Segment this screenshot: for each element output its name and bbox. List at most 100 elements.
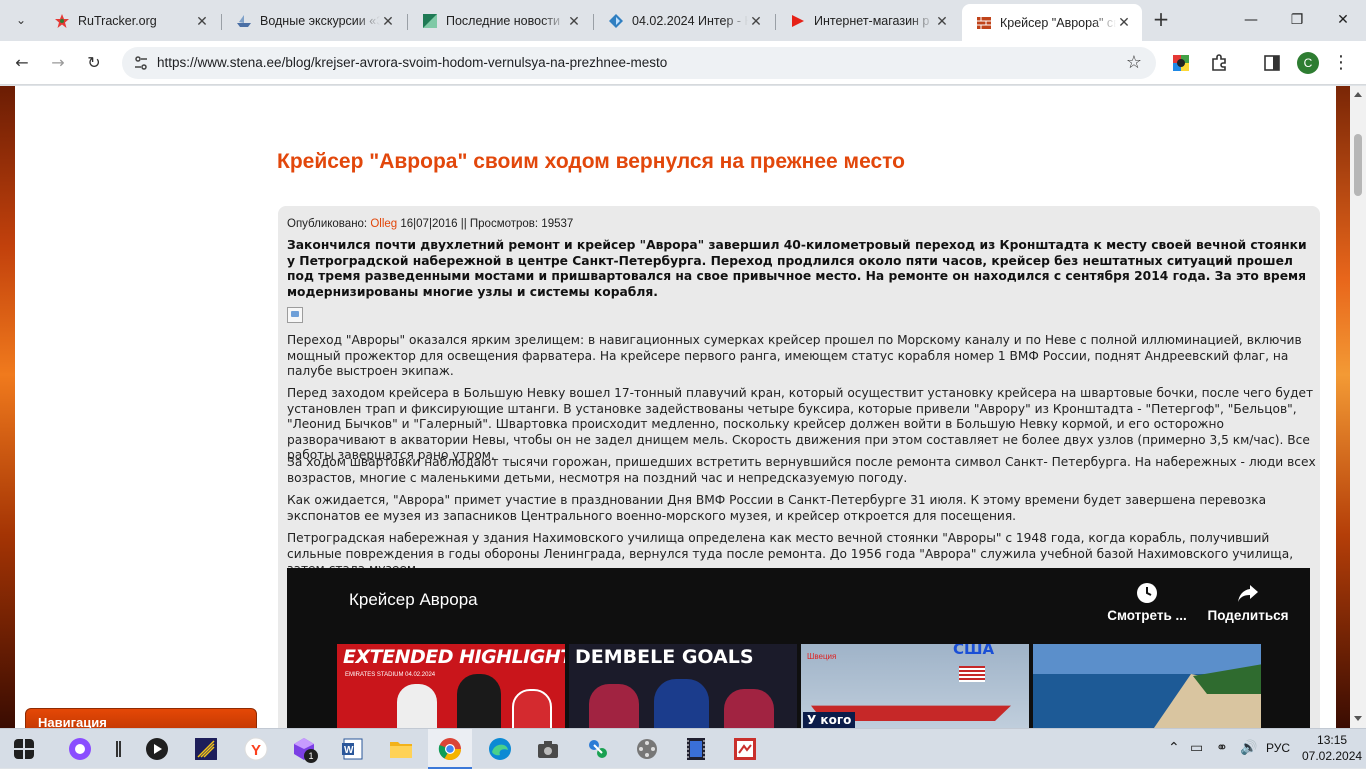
extension-colorful-icon[interactable] bbox=[1172, 54, 1190, 72]
share-button[interactable]: Поделиться bbox=[1205, 582, 1291, 623]
rutracker-favicon-icon bbox=[55, 14, 69, 28]
article-lead: Закончился почти двухлетний ремонт и кре… bbox=[287, 238, 1307, 299]
clock-icon bbox=[1137, 583, 1157, 603]
thumbnail-subtext: Швеция bbox=[807, 652, 837, 661]
close-icon[interactable]: ✕ bbox=[566, 13, 582, 30]
tab-news[interactable]: Последние новости ✕ bbox=[408, 7, 592, 35]
tab-aurora-active[interactable]: Крейсер "Аврора" св ✕ bbox=[962, 4, 1142, 41]
yandex-browser-icon[interactable]: Y bbox=[244, 737, 268, 761]
reload-button[interactable]: ↻ bbox=[81, 50, 107, 76]
tab-strip: ⌄ RuTracker.org ✕ Водные экскурсии «Э ✕ … bbox=[0, 0, 1366, 41]
close-icon[interactable]: ✕ bbox=[748, 13, 764, 30]
forward-button[interactable]: → bbox=[45, 50, 71, 76]
author-link[interactable]: Olleg bbox=[370, 218, 397, 230]
menu-kebab-icon[interactable]: ⋮ bbox=[1328, 50, 1354, 76]
video-thumbnail-coast[interactable] bbox=[1033, 644, 1261, 728]
pause-bars-icon[interactable] bbox=[116, 741, 121, 757]
tab-excursions[interactable]: Водные экскурсии «Э ✕ bbox=[222, 7, 406, 35]
sidebar-navigation-title: Навигация bbox=[38, 715, 107, 728]
restore-button[interactable]: ❐ bbox=[1274, 8, 1320, 32]
input-language[interactable]: РУС bbox=[1266, 741, 1290, 755]
tab-label: RuTracker.org bbox=[78, 14, 157, 28]
site-info-icon[interactable] bbox=[132, 54, 150, 72]
side-panel-icon[interactable] bbox=[1263, 54, 1281, 72]
tab-inter[interactable]: 04.02.2024 Интер - К ✕ bbox=[594, 7, 774, 35]
camera-app-icon[interactable] bbox=[536, 737, 560, 761]
scrollbar-thumb[interactable] bbox=[1354, 134, 1362, 196]
page-background-right bbox=[1336, 86, 1350, 728]
new-tab-button[interactable]: + bbox=[1150, 9, 1172, 31]
video-editor-icon[interactable] bbox=[684, 737, 708, 761]
thumbnail-text: США bbox=[953, 644, 995, 658]
url-text[interactable]: https://www.stena.ee/blog/krejser-avrora… bbox=[157, 47, 667, 79]
address-bar[interactable]: https://www.stena.ee/blog/krejser-avrora… bbox=[122, 47, 1156, 79]
file-explorer-icon[interactable] bbox=[389, 737, 413, 761]
watch-later-label: Смотреть ... bbox=[1107, 608, 1187, 623]
boat-favicon-icon bbox=[237, 15, 251, 27]
battery-icon[interactable]: ▭ bbox=[1190, 740, 1203, 756]
browser-toolbar: ← → ↻ https://www.stena.ee/blog/krejser-… bbox=[0, 41, 1366, 85]
window-close-button[interactable]: ✕ bbox=[1320, 8, 1366, 32]
video-thumbnail-dembele[interactable]: DEMBELE GOALS bbox=[569, 644, 797, 728]
minimize-button[interactable]: — bbox=[1228, 8, 1274, 32]
clock-date: 07.02.2024 bbox=[1302, 749, 1363, 763]
svg-text:Y: Y bbox=[251, 742, 261, 759]
tab-search-button[interactable]: ⌄ bbox=[8, 8, 34, 32]
close-icon[interactable]: ✕ bbox=[194, 13, 210, 30]
close-icon[interactable]: ✕ bbox=[1116, 14, 1132, 31]
film-reel-icon[interactable] bbox=[635, 737, 659, 761]
scroll-up-icon[interactable] bbox=[1354, 92, 1362, 97]
broken-image-icon bbox=[287, 307, 303, 323]
edge-icon[interactable] bbox=[488, 737, 512, 761]
article-paragraph: Перед заходом крейсера в Большую Невку в… bbox=[287, 386, 1314, 463]
page-background-left bbox=[0, 86, 15, 728]
tab-shop[interactable]: Интернет-магазин р ✕ bbox=[776, 7, 960, 35]
tab-rutracker[interactable]: RuTracker.org ✕ bbox=[40, 7, 220, 35]
video-thumbnail-ships[interactable]: США Швеция У кого bbox=[801, 644, 1029, 728]
diamond-favicon-icon bbox=[609, 14, 623, 28]
video-title[interactable]: Крейсер Аврора bbox=[349, 590, 478, 610]
sidebar-navigation-header: Навигация bbox=[25, 708, 257, 728]
video-thumbnail-highlights[interactable]: EXTENDED HIGHLIGHTS EMIRATES STADIUM 04.… bbox=[337, 644, 565, 728]
volume-icon[interactable]: 🔊 bbox=[1240, 740, 1257, 756]
scroll-down-icon[interactable] bbox=[1354, 716, 1362, 721]
svg-text:W: W bbox=[344, 745, 354, 756]
article-paragraph: За ходом швартовки наблюдают тысячи горо… bbox=[287, 455, 1316, 485]
document-editor-icon[interactable] bbox=[194, 737, 218, 761]
bookmark-star-icon[interactable]: ☆ bbox=[1126, 52, 1142, 73]
player-figure-icon bbox=[397, 684, 437, 728]
youtube-embed[interactable]: Крейсер Аврора Смотреть ... Поделиться E… bbox=[287, 568, 1310, 728]
profile-avatar[interactable]: C bbox=[1297, 52, 1319, 74]
watch-later-button[interactable]: Смотреть ... bbox=[1105, 582, 1189, 623]
windows-start-icon[interactable] bbox=[14, 739, 34, 759]
windows-taskbar: Y 1 W ⌃ ▭ ⚭ 🔊 РУС 13:15 07.02.2024 bbox=[0, 728, 1366, 769]
presentation-app-icon[interactable] bbox=[733, 737, 757, 761]
clock[interactable]: 13:15 07.02.2024 bbox=[1302, 732, 1362, 764]
close-icon[interactable]: ✕ bbox=[934, 13, 950, 30]
page-scrollbar[interactable] bbox=[1350, 86, 1366, 728]
chevron-down-icon: ⌄ bbox=[15, 13, 27, 27]
chrome-icon[interactable] bbox=[438, 737, 462, 761]
page-viewport: Крейсер "Аврора" своим ходом вернулся на… bbox=[0, 86, 1366, 728]
player-figure-icon bbox=[457, 674, 501, 728]
notification-badge: 1 bbox=[304, 749, 318, 763]
alice-assistant-icon[interactable] bbox=[68, 737, 92, 761]
share-label: Поделиться bbox=[1207, 608, 1289, 623]
tab-label: Водные экскурсии «Э bbox=[260, 14, 380, 28]
tab-label: 04.02.2024 Интер - К bbox=[632, 14, 748, 28]
player-figure-icon bbox=[512, 689, 552, 728]
clock-time: 13:15 bbox=[1317, 733, 1348, 747]
usa-flag-icon bbox=[959, 666, 985, 682]
published-label: Опубликовано: bbox=[287, 218, 371, 230]
back-button[interactable]: ← bbox=[9, 50, 35, 76]
article-paragraph: Переход "Авроры" оказался ярким зрелищем… bbox=[287, 333, 1302, 379]
extensions-puzzle-icon[interactable] bbox=[1209, 53, 1229, 73]
media-player-icon[interactable] bbox=[145, 737, 169, 761]
tray-expand-icon[interactable]: ⌃ bbox=[1168, 740, 1180, 756]
network-tool-icon[interactable] bbox=[586, 737, 610, 761]
word-icon[interactable]: W bbox=[341, 737, 365, 761]
article-paragraph: Как ожидается, "Аврора" примет участие в… bbox=[287, 493, 1267, 523]
thumbnail-text: DEMBELE GOALS bbox=[575, 646, 754, 668]
wifi-icon[interactable]: ⚭ bbox=[1216, 740, 1228, 756]
close-icon[interactable]: ✕ bbox=[380, 13, 396, 30]
